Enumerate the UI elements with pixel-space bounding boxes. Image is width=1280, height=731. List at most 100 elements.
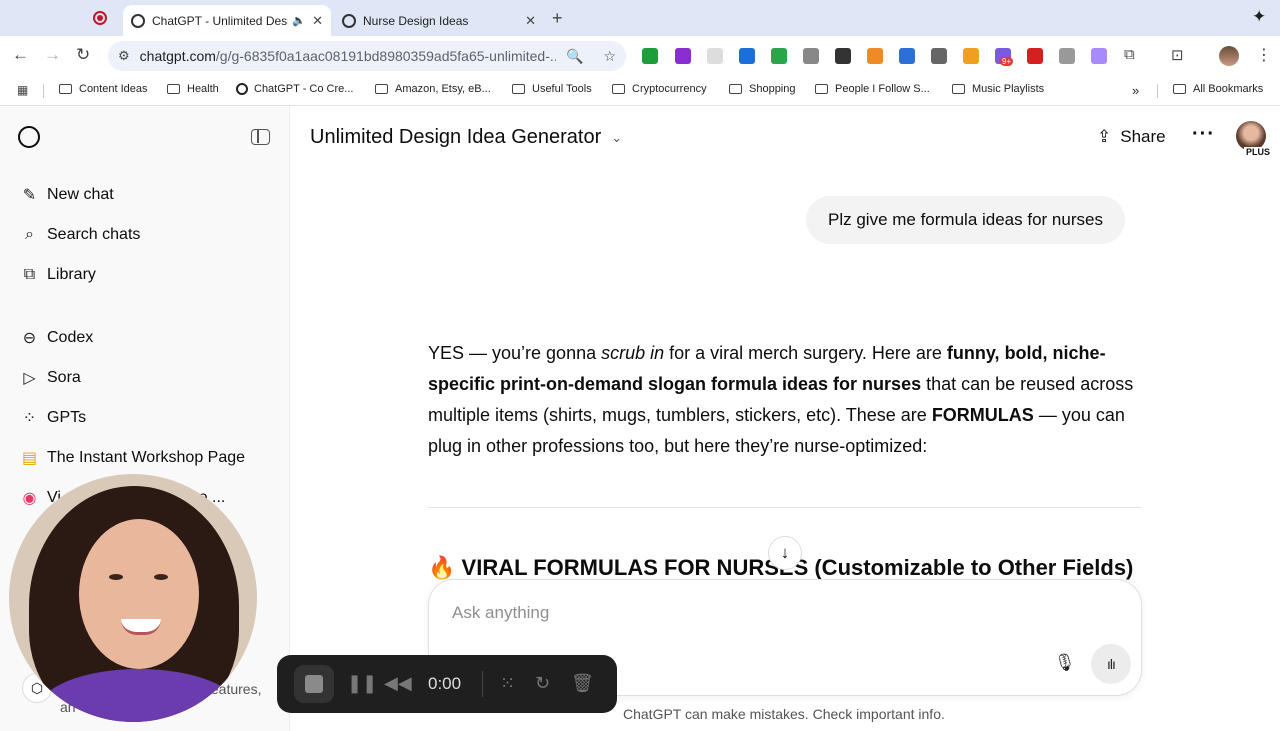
share-button[interactable]: ⇪ Share (1097, 127, 1166, 147)
bookmark-folder[interactable]: Shopping (729, 83, 796, 95)
extension-icon[interactable] (675, 48, 691, 64)
url-bar[interactable]: ⚙ chatgpt.com/g/g-6835f0a1aac08191bd8980… (108, 41, 626, 71)
restart-icon[interactable]: ↻ (535, 673, 550, 694)
webcam-eye (154, 574, 168, 580)
tab-chatgpt[interactable]: ChatGPT - Unlimited Design Idea Generato… (123, 5, 331, 36)
profile-avatar[interactable] (1219, 46, 1239, 66)
share-icon: ⇪ (1097, 127, 1112, 146)
more-bookmarks-chevron-icon[interactable]: » (1132, 83, 1139, 98)
rewind-icon[interactable]: ◀◀ (384, 673, 412, 694)
compose-icon: ✎ (22, 187, 37, 204)
extension-icon[interactable] (835, 48, 851, 64)
openai-logo-icon[interactable] (18, 126, 40, 148)
folder-icon (729, 84, 742, 94)
scroll-to-bottom-button[interactable]: ↓ (768, 536, 802, 570)
sidebar-item-instant-workshop[interactable]: ▤ The Instant Workshop Page (20, 446, 245, 470)
plan-badge: PLUS (1244, 147, 1273, 157)
main-header: Unlimited Design Idea Generator ⌄ ⇪ Shar… (291, 107, 1280, 167)
folder-icon (952, 84, 965, 94)
folder-icon (167, 84, 180, 94)
zoom-icon[interactable]: 🔍 (566, 48, 583, 65)
recording-timer: 0:00 (428, 674, 462, 693)
forward-icon[interactable]: → (44, 45, 61, 65)
screen-recorder-bar: ❚❚ ◀◀ 0:00 ⁙ ↻ 🗑 (277, 655, 617, 713)
library-icon: ⧉ (23, 266, 36, 283)
evernote-extension-icon[interactable] (771, 48, 787, 64)
webcam-overlay[interactable] (9, 474, 257, 722)
extensions-puzzle-icon[interactable]: ⧉ (1124, 46, 1135, 63)
tab-title: ChatGPT - Unlimited Design Idea Generato… (152, 13, 288, 28)
bookmark-label: People I Follow S... (835, 83, 930, 95)
folder-icon (612, 84, 625, 94)
bookmarks-bar: ▦ Content Ideas Health ChatGPT - Co Cre.… (0, 76, 1280, 106)
sidebar-item-gpts[interactable]: ⁘ GPTs (20, 406, 86, 430)
bookmark-label: All Bookmarks (1193, 83, 1264, 95)
extension-badge: 9+ (1000, 57, 1014, 66)
speaker-icon[interactable]: 🔈 (292, 14, 306, 27)
bookmark-folder[interactable]: Content Ideas (59, 83, 148, 95)
page-title: Unlimited Design Idea Generator (310, 126, 602, 148)
bookmark-folder[interactable]: Music Playlists (952, 83, 1044, 95)
back-icon[interactable]: ← (12, 45, 29, 65)
bookmark-link[interactable]: ChatGPT - Co Cre... (236, 83, 353, 95)
extension-icon[interactable] (642, 48, 658, 64)
bookmark-folder[interactable]: Health (167, 83, 219, 95)
grid-dots-icon[interactable]: ⁙ (500, 673, 515, 694)
disclaimer-text: ChatGPT can make mistakes. Check importa… (623, 706, 945, 722)
reload-icon[interactable]: ↻ (76, 45, 90, 65)
bookmark-label: Useful Tools (532, 83, 592, 95)
camera-extension-icon[interactable] (803, 48, 819, 64)
tab-nurse-design-ideas[interactable]: Nurse Design Ideas ✕ (334, 5, 544, 36)
user-message-text: Plz give me formula ideas for nurses (828, 210, 1103, 229)
extension-icon[interactable] (1059, 48, 1075, 64)
site-settings-icon[interactable]: ⚙ (118, 48, 130, 64)
tab-search-icon[interactable]: ⊡ (1171, 46, 1184, 64)
stop-recording-button[interactable] (294, 665, 334, 703)
url-text[interactable]: chatgpt.com/g/g-6835f0a1aac08191bd898035… (140, 48, 556, 64)
recording-indicator-icon[interactable] (93, 11, 107, 25)
apps-grid-icon[interactable]: ▦ (17, 83, 28, 97)
extension-icon[interactable] (739, 48, 755, 64)
bookmark-folder[interactable]: Amazon, Etsy, eB... (375, 83, 491, 95)
new-tab-button[interactable]: + (552, 8, 563, 29)
codex-icon: ⊖ (22, 330, 37, 347)
trash-icon[interactable]: 🗑 (571, 673, 594, 694)
extension-icon[interactable] (899, 48, 915, 64)
close-tab-icon[interactable]: ✕ (312, 13, 323, 29)
pause-icon[interactable]: ❚❚ (347, 673, 377, 694)
gpt-title-dropdown[interactable]: Unlimited Design Idea Generator ⌄ (310, 126, 622, 149)
sidebar-item-search-chats[interactable]: ⌕ Search chats (20, 223, 140, 247)
browser-menu-icon[interactable]: ⋮ (1256, 45, 1272, 65)
assistant-text-bold: FORMULAS (931, 405, 1034, 425)
more-options-icon[interactable]: ··· (1192, 123, 1215, 146)
divider (428, 507, 1142, 508)
folder-icon (512, 84, 525, 94)
all-bookmarks-folder[interactable]: All Bookmarks (1173, 83, 1263, 95)
extension-icon[interactable] (931, 48, 947, 64)
extension-icon[interactable] (707, 48, 723, 64)
folder-icon (1173, 84, 1186, 94)
js-extension-icon[interactable] (963, 48, 979, 64)
gemini-sparkle-icon[interactable]: ✦ (1252, 7, 1266, 27)
folder-icon (815, 84, 828, 94)
sidebar-item-sora[interactable]: ▷ Sora (20, 366, 80, 390)
toggle-sidebar-icon[interactable] (251, 129, 270, 145)
bookmark-folder[interactable]: People I Follow S... (815, 83, 930, 95)
voice-mode-button[interactable]: ılı (1091, 644, 1131, 684)
microphone-icon[interactable]: 🎙 (1054, 653, 1076, 673)
sidebar-item-new-chat[interactable]: ✎ New chat (20, 183, 114, 207)
extension-icon[interactable] (1091, 48, 1107, 64)
close-tab-icon[interactable]: ✕ (525, 13, 536, 29)
bookmark-folder[interactable]: Useful Tools (512, 83, 592, 95)
bookmark-star-icon[interactable]: ☆ (603, 48, 616, 65)
prompt-input[interactable]: Ask anything (452, 603, 549, 623)
sidebar-item-codex[interactable]: ⊖ Codex (20, 326, 93, 350)
recorder-divider (482, 671, 483, 697)
play-icon: ▷ (23, 370, 36, 387)
bookmark-folder[interactable]: Cryptocurrency (612, 83, 707, 95)
metamask-extension-icon[interactable] (867, 48, 883, 64)
vivaldi-extension-icon[interactable] (1027, 48, 1043, 64)
user-message-bubble: Plz give me formula ideas for nurses (806, 196, 1125, 244)
url-path: /g/g-6835f0a1aac08191bd8980359ad5fa65-un… (215, 48, 556, 64)
sidebar-item-library[interactable]: ⧉ Library (20, 263, 96, 287)
